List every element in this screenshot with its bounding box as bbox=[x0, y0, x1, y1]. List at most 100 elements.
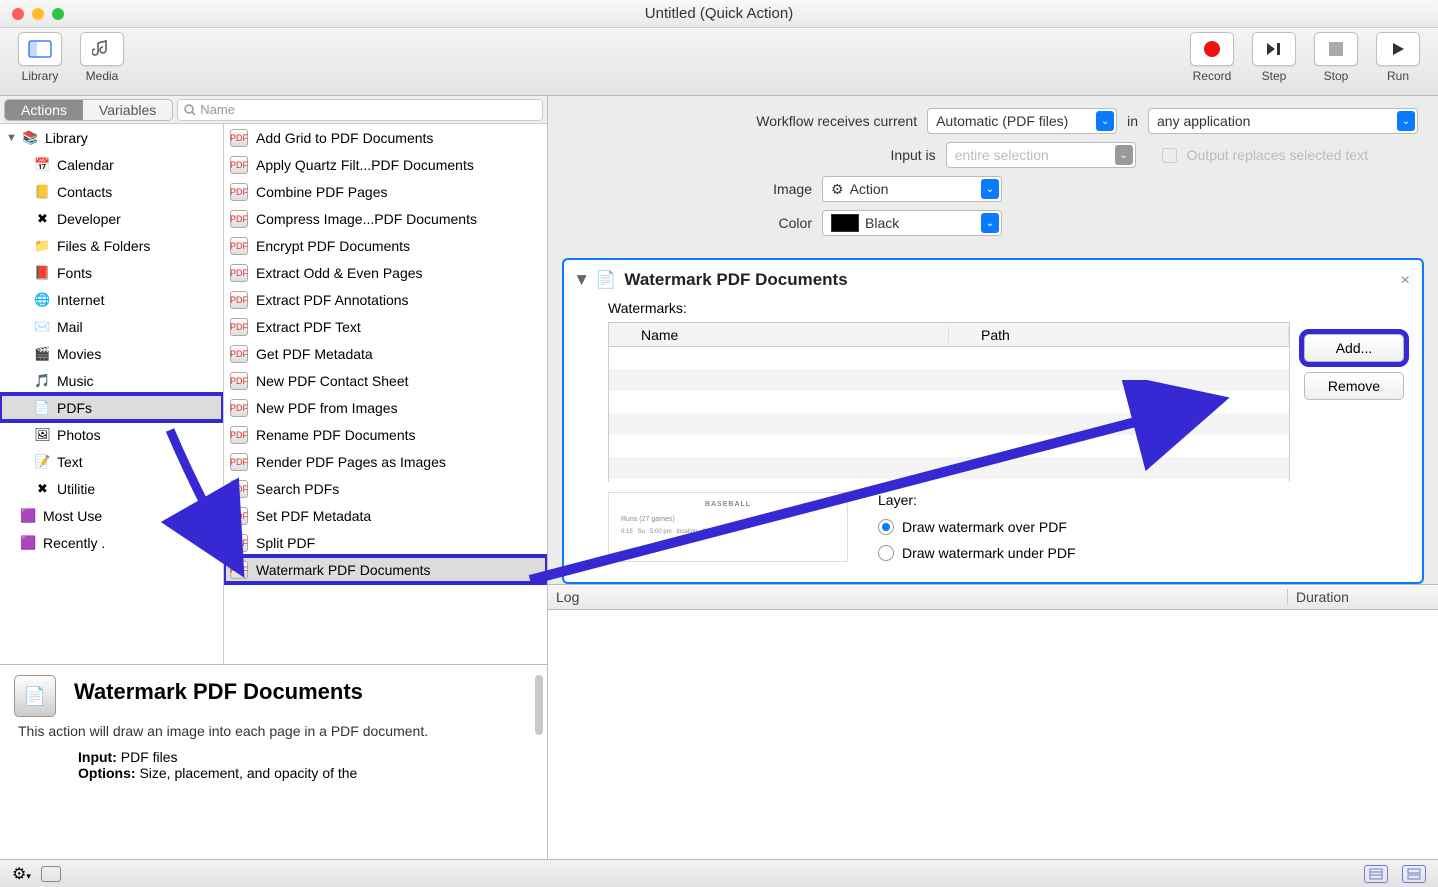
sidebar-item-files-folders[interactable]: 📁Files & Folders bbox=[0, 232, 223, 259]
category-icon: ✖︎ bbox=[34, 480, 51, 497]
category-icon: 🖼 bbox=[34, 426, 51, 443]
sidebar-item-most-use[interactable]: 🟪Most Use bbox=[0, 502, 223, 529]
dropdown-arrow-icon: ⌄ bbox=[1115, 145, 1133, 165]
sidebar-item-developer[interactable]: ✖︎Developer bbox=[0, 205, 223, 232]
media-icon bbox=[80, 32, 124, 66]
toolbar: Library Media Record Step Stop Run bbox=[0, 28, 1438, 96]
toolbar-record-button[interactable]: Record bbox=[1184, 32, 1240, 95]
category-icon: 📁 bbox=[34, 237, 51, 254]
action-item[interactable]: PDFExtract PDF Text bbox=[224, 313, 547, 340]
toolbar-media-button[interactable]: Media bbox=[74, 32, 130, 95]
flow-view-icon[interactable] bbox=[1402, 865, 1426, 883]
pdf-action-icon: PDF bbox=[230, 561, 248, 579]
image-label: Image bbox=[762, 181, 812, 197]
log-body bbox=[548, 610, 1438, 859]
tab-variables[interactable]: Variables bbox=[83, 100, 172, 120]
library-root[interactable]: ▼📚Library bbox=[0, 124, 223, 151]
layer-over-radio[interactable]: Draw watermark over PDF bbox=[878, 514, 1076, 540]
in-dropdown[interactable]: any application⌄ bbox=[1148, 108, 1418, 134]
watermarks-table[interactable]: Name Path bbox=[608, 322, 1290, 482]
search-input[interactable]: Name bbox=[177, 99, 543, 121]
image-dropdown[interactable]: ⚙︎Action ⌄ bbox=[822, 176, 1002, 202]
column-path[interactable]: Path bbox=[949, 327, 1289, 343]
sidebar-item-fonts[interactable]: 📕Fonts bbox=[0, 259, 223, 286]
sidebar-item-music[interactable]: 🎵Music bbox=[0, 367, 223, 394]
sidebar-item-pdfs[interactable]: 📄PDFs bbox=[0, 394, 223, 421]
sidebar-item-utilitie[interactable]: ✖︎Utilitie bbox=[0, 475, 223, 502]
sidebar-item-text[interactable]: 📝Text bbox=[0, 448, 223, 475]
minimize-icon[interactable] bbox=[32, 8, 44, 20]
output-checkbox bbox=[1162, 148, 1177, 163]
action-item[interactable]: PDFWatermark PDF Documents bbox=[224, 556, 547, 583]
remove-button[interactable]: Remove bbox=[1304, 372, 1404, 400]
layer-label: Layer: bbox=[878, 492, 1076, 508]
action-item[interactable]: PDFRender PDF Pages as Images bbox=[224, 448, 547, 475]
category-icon: 🟪 bbox=[20, 507, 37, 524]
sidebar-item-movies[interactable]: 🎬Movies bbox=[0, 340, 223, 367]
maximize-icon[interactable] bbox=[52, 8, 64, 20]
watermark-action-card: × ▶ 📄 Watermark PDF Documents Watermarks… bbox=[562, 258, 1424, 584]
category-icon: 🎵 bbox=[34, 372, 51, 389]
duration-column[interactable]: Duration bbox=[1288, 589, 1438, 605]
category-icon: 🌐 bbox=[34, 291, 51, 308]
card-close-button[interactable]: × bbox=[1401, 272, 1410, 290]
pdf-action-icon: PDF bbox=[230, 183, 248, 201]
add-button[interactable]: Add... bbox=[1304, 334, 1404, 362]
list-view-icon[interactable] bbox=[1364, 865, 1388, 883]
action-item[interactable]: PDFCombine PDF Pages bbox=[224, 178, 547, 205]
pdf-action-icon: PDF bbox=[230, 210, 248, 228]
sidebar-item-internet[interactable]: 🌐Internet bbox=[0, 286, 223, 313]
category-list[interactable]: ▼📚Library📅Calendar📒Contacts✖︎Developer📁F… bbox=[0, 124, 224, 664]
action-item[interactable]: PDFSearch PDFs bbox=[224, 475, 547, 502]
pdf-icon: 📄 bbox=[595, 270, 616, 290]
column-name[interactable]: Name bbox=[609, 327, 949, 343]
action-item[interactable]: PDFGet PDF Metadata bbox=[224, 340, 547, 367]
action-item[interactable]: PDFExtract Odd & Even Pages bbox=[224, 259, 547, 286]
sidebar-item-contacts[interactable]: 📒Contacts bbox=[0, 178, 223, 205]
category-icon: 🟪 bbox=[20, 534, 37, 551]
close-icon[interactable] bbox=[12, 8, 24, 20]
receives-dropdown[interactable]: Automatic (PDF files)⌄ bbox=[927, 108, 1117, 134]
toolbar-library-button[interactable]: Library bbox=[12, 32, 68, 95]
sidebar-item-photos[interactable]: 🖼Photos bbox=[0, 421, 223, 448]
sidebar-item-recently-[interactable]: 🟪Recently . bbox=[0, 529, 223, 556]
disclosure-triangle-icon[interactable]: ▶ bbox=[576, 275, 590, 284]
layer-under-radio[interactable]: Draw watermark under PDF bbox=[878, 540, 1076, 566]
log-column[interactable]: Log bbox=[548, 589, 1288, 605]
action-item[interactable]: PDFExtract PDF Annotations bbox=[224, 286, 547, 313]
category-icon: 🎬 bbox=[34, 345, 51, 362]
input-is-label: Input is bbox=[891, 147, 936, 163]
sidebar-item-mail[interactable]: ✉️Mail bbox=[0, 313, 223, 340]
action-item[interactable]: PDFSplit PDF bbox=[224, 529, 547, 556]
sidebar-item-calendar[interactable]: 📅Calendar bbox=[0, 151, 223, 178]
info-options-label: Options: bbox=[78, 765, 136, 781]
flow-toggle-icon[interactable] bbox=[41, 866, 61, 882]
color-swatch bbox=[831, 214, 859, 232]
action-item[interactable]: PDFEncrypt PDF Documents bbox=[224, 232, 547, 259]
action-list[interactable]: PDFAdd Grid to PDF DocumentsPDFApply Qua… bbox=[224, 124, 547, 664]
action-item[interactable]: PDFAdd Grid to PDF Documents bbox=[224, 124, 547, 151]
action-item[interactable]: PDFCompress Image...PDF Documents bbox=[224, 205, 547, 232]
dropdown-arrow-icon: ⌄ bbox=[981, 213, 999, 233]
gear-menu-icon[interactable]: ⚙︎▾ bbox=[12, 864, 31, 884]
action-item[interactable]: PDFRename PDF Documents bbox=[224, 421, 547, 448]
scroll-indicator[interactable] bbox=[535, 675, 543, 735]
action-item[interactable]: PDFApply Quartz Filt...PDF Documents bbox=[224, 151, 547, 178]
color-dropdown[interactable]: Black ⌄ bbox=[822, 210, 1002, 236]
toolbar-run-button[interactable]: Run bbox=[1370, 32, 1426, 95]
category-icon: 📒 bbox=[34, 183, 51, 200]
action-item[interactable]: PDFNew PDF Contact Sheet bbox=[224, 367, 547, 394]
table-body[interactable] bbox=[609, 347, 1289, 482]
pdf-action-icon: PDF bbox=[230, 480, 248, 498]
action-item[interactable]: PDFNew PDF from Images bbox=[224, 394, 547, 421]
category-icon: 📄 bbox=[34, 399, 51, 416]
radio-icon bbox=[878, 545, 894, 561]
pdf-action-icon: PDF bbox=[230, 372, 248, 390]
toolbar-step-button[interactable]: Step bbox=[1246, 32, 1302, 95]
radio-icon bbox=[878, 519, 894, 535]
preview-thumbnail: BASEBALL Runs (27 games) 0:15 Su 5:00 pm… bbox=[608, 492, 848, 562]
toolbar-stop-button[interactable]: Stop bbox=[1308, 32, 1364, 95]
tab-actions[interactable]: Actions bbox=[5, 100, 83, 120]
pdf-action-icon: PDF bbox=[230, 345, 248, 363]
action-item[interactable]: PDFSet PDF Metadata bbox=[224, 502, 547, 529]
